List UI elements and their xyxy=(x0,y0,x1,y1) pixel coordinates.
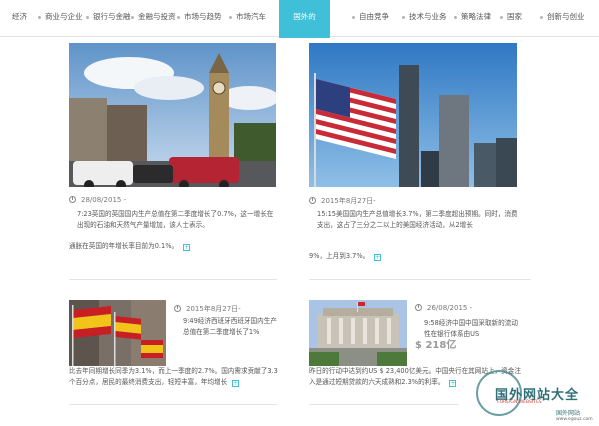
summary-text: 通胀在英国的年增长率目前为0.1%。 xyxy=(69,242,179,250)
nav-item-tech[interactable]: 技术与业务 xyxy=(402,0,447,37)
big-ben-photo xyxy=(69,43,276,187)
dot-icon xyxy=(540,15,543,19)
dot-icon xyxy=(352,15,355,19)
amount-badge: $ 218亿 xyxy=(415,340,457,351)
nav-item-label: 自由竞争 xyxy=(359,12,389,21)
watermark-subtitle: FOREIGN WEBSITES xyxy=(497,400,542,405)
divider xyxy=(309,279,531,280)
nav-item-label: 国家 xyxy=(507,12,522,21)
dot-icon xyxy=(500,15,503,19)
plus-box-icon[interactable]: + xyxy=(449,380,457,387)
article-lead: 9:58经济中国中国采取新的流动性在银行体系由US xyxy=(424,319,518,338)
clock-icon xyxy=(309,197,316,204)
dot-icon xyxy=(454,15,457,19)
nav-item-auto[interactable]: 市场汽车 xyxy=(229,0,266,37)
nav-item-label: 国外的 xyxy=(293,12,316,21)
nav-item-foreign[interactable]: 国外的 xyxy=(279,0,330,38)
top-navigation: 经济 商业与企业 银行与金融 金融与投资 市场与趋势 市场汽车 国外的 自由竞争… xyxy=(0,0,599,38)
nav-item-finance[interactable]: 金融与投资 xyxy=(131,0,176,37)
nav-item-banking[interactable]: 银行与金融 xyxy=(86,0,131,37)
nav-item-label: 市场与趋势 xyxy=(184,12,222,21)
date-text: 26/08/2015 - xyxy=(427,304,473,312)
plus-box-icon[interactable]: + xyxy=(374,254,382,261)
article-date: 26/08/2015 - xyxy=(415,304,472,312)
nav-item-markets[interactable]: 市场与趋势 xyxy=(177,0,222,37)
dot-icon xyxy=(402,15,405,19)
nav-item-country[interactable]: 国家 xyxy=(500,0,522,37)
article-photo-china[interactable] xyxy=(309,300,407,366)
nav-item-business[interactable]: 商业与企业 xyxy=(38,0,83,37)
plus-box-icon[interactable]: + xyxy=(232,380,240,387)
nav-item-economy[interactable]: 经济 xyxy=(12,0,27,37)
summary-text: 9%，上月到3.7%。 xyxy=(309,252,370,260)
nav-item-law[interactable]: 策略法律 xyxy=(454,0,491,37)
nav-item-label: 策略法律 xyxy=(461,12,491,21)
date-text: 2015年8月27日- xyxy=(186,305,241,313)
clock-icon xyxy=(415,304,422,311)
watermark-site: 国外网站 xyxy=(556,410,581,417)
nav-item-competition[interactable]: 自由竞争 xyxy=(352,0,389,37)
nav-item-innovation[interactable]: 创新与创业 xyxy=(540,0,585,37)
summary-text: 比去年同期增长同季为3.1%，而上一季度的2.7%。国内需求贡献了3.3个百分点… xyxy=(69,367,278,386)
us-flag-photo xyxy=(309,43,517,187)
article-lead: 7:23英国的英国国内生产总值在第二季度增长了0.7%，这一增长在出现的石油和天… xyxy=(77,210,274,229)
article-date: 2015年8月27日- xyxy=(174,304,241,314)
article-summary: 9%，上月到3.7%。 + xyxy=(309,251,519,262)
watermark-url: www.egouz.com xyxy=(556,417,593,422)
nav-item-label: 金融与投资 xyxy=(138,12,176,21)
nav-item-label: 市场汽车 xyxy=(236,12,266,21)
nav-item-label: 银行与金融 xyxy=(93,12,131,21)
spain-flags-photo xyxy=(69,300,166,366)
dot-icon xyxy=(229,15,232,19)
divider xyxy=(69,404,277,405)
divider xyxy=(69,279,277,280)
article-lead: 15:15美国国内生产总值增长3.7%，第二季度超出预期。同时，消费支出，这占了… xyxy=(317,210,518,229)
dot-icon xyxy=(131,15,134,19)
nav-item-label: 创新与创业 xyxy=(547,12,585,21)
plus-box-icon[interactable]: + xyxy=(183,244,191,251)
article-photo-london[interactable] xyxy=(69,43,276,187)
article-date: 28/08/2015 - xyxy=(69,196,126,204)
clock-icon xyxy=(174,305,181,312)
article-photo-spain[interactable] xyxy=(69,300,166,366)
clock-icon xyxy=(69,196,76,203)
divider xyxy=(309,404,459,405)
date-text: 2015年8月27日- xyxy=(321,197,376,205)
dot-icon xyxy=(177,15,180,19)
date-text: 28/08/2015 - xyxy=(81,196,127,204)
nav-item-label: 技术与业务 xyxy=(409,12,447,21)
article-summary: 通胀在英国的年增长率目前为0.1%。 + xyxy=(69,241,279,252)
nav-item-label: 经济 xyxy=(12,12,27,21)
article-summary: 比去年同期增长同季为3.1%，而上一季度的2.7%。国内需求贡献了3.3个百分点… xyxy=(69,366,279,388)
article-date: 2015年8月27日- xyxy=(309,196,376,206)
dot-icon xyxy=(38,15,41,19)
nav-item-label: 商业与企业 xyxy=(45,12,83,21)
article-lead: 9:49经济西班牙西班牙国内生产总值在第二季度增长了1% xyxy=(183,317,277,336)
dot-icon xyxy=(86,15,89,19)
central-bank-photo xyxy=(309,300,407,366)
article-photo-usa[interactable] xyxy=(309,43,517,187)
